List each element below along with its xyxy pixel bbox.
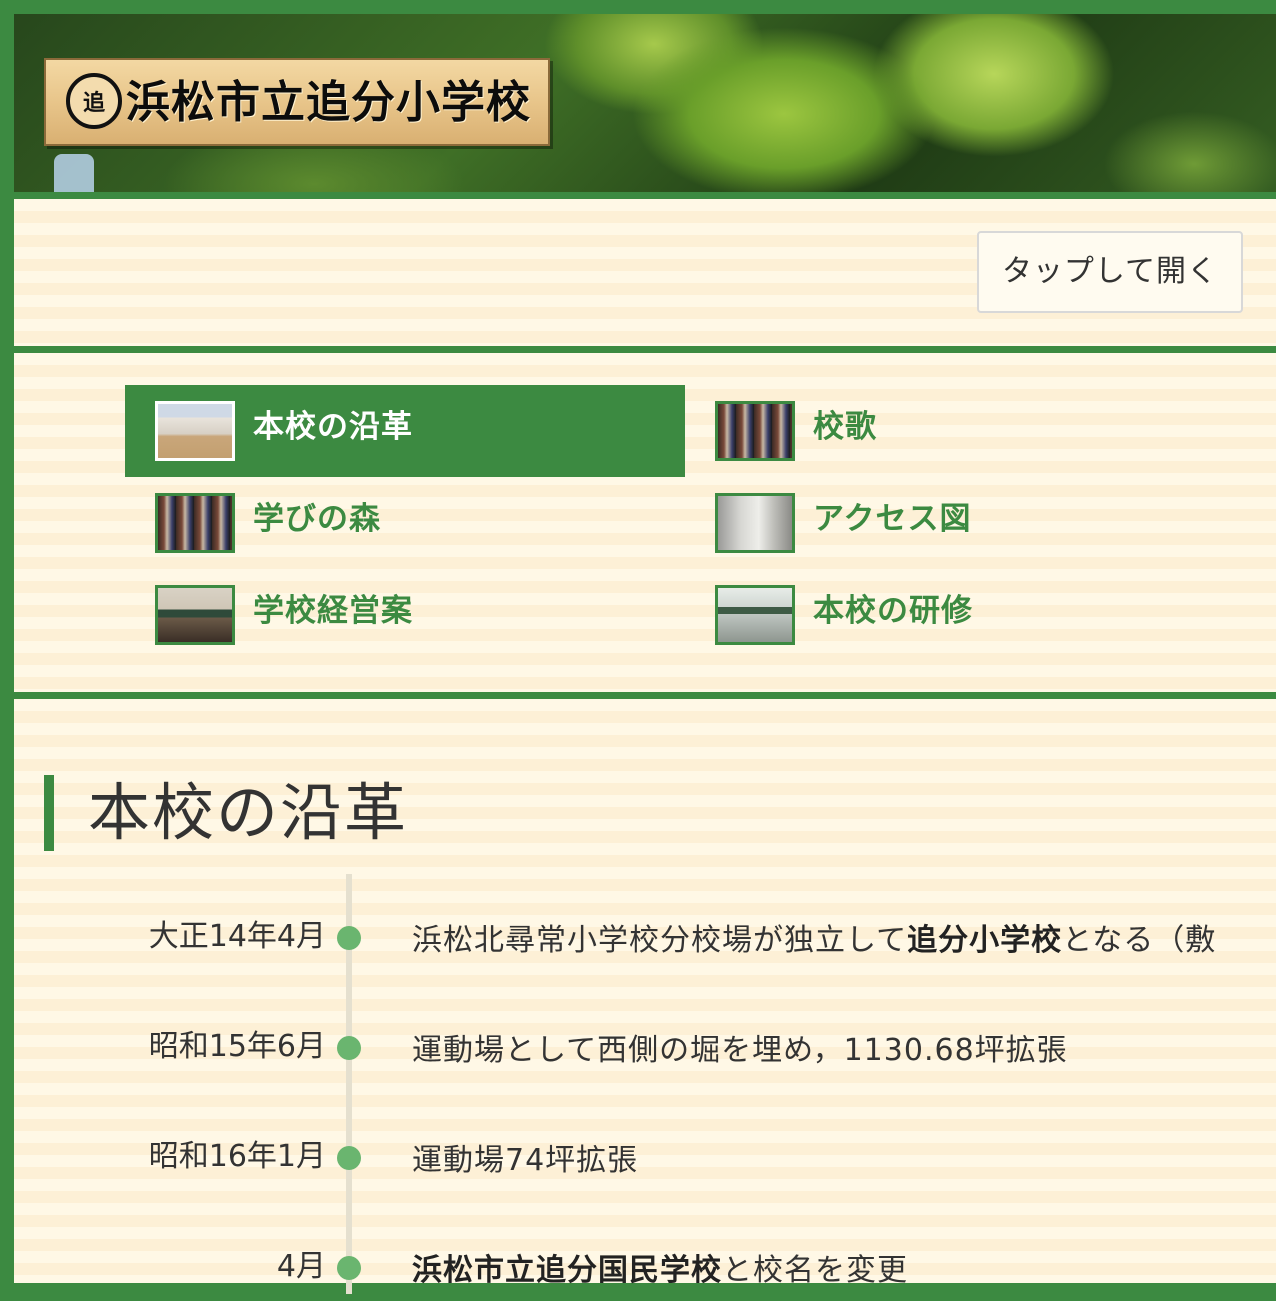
nav-item-label: 校歌	[813, 409, 877, 445]
students-crowd-thumbnail	[155, 493, 235, 553]
school-building-thumbnail	[155, 401, 235, 461]
timeline-date: 昭和15年6月	[148, 1029, 326, 1064]
timeline-dot-icon	[337, 1256, 361, 1280]
timeline-entry: 大正14年4月 浜松北尋常小学校分校場が独立して追分小学校となる（敷	[14, 907, 1276, 967]
principal-door-thumbnail	[715, 493, 795, 553]
site-header: 追 浜松市立追分小学校	[14, 14, 1276, 192]
page-title: 本校の沿革	[44, 775, 408, 851]
nav-item-management-plan[interactable]: 学校経営案	[125, 569, 685, 661]
main-content: 本校の沿革 大正14年4月 浜松北尋常小学校分校場が独立して追分小学校となる（敷…	[14, 699, 1276, 1294]
menu-open-button[interactable]: タップして開く	[977, 231, 1243, 313]
school-emblem-icon: 追	[66, 73, 122, 129]
school-logo[interactable]: 追 浜松市立追分小学校	[44, 58, 550, 146]
classroom-interior-thumbnail	[715, 585, 795, 645]
nav-item-label: 学びの森	[253, 501, 381, 537]
nav-item-label: 本校の沿革	[253, 409, 413, 445]
timeline-entry: 昭和15年6月 運動場として西側の堀を埋め，1130.68坪拡張	[14, 1017, 1276, 1077]
timeline-entry: 4月 浜松市立追分国民学校と校名を変更	[14, 1237, 1276, 1297]
nav-item-history[interactable]: 本校の沿革	[125, 385, 685, 477]
nav-item-label: 本校の研修	[813, 593, 973, 629]
section-nav: 本校の沿革 校歌 学びの森 アクセス図 学校経営案 本校の研修	[14, 353, 1276, 692]
timeline-dot-icon	[337, 926, 361, 950]
classroom-lesson-thumbnail	[155, 585, 235, 645]
timeline-text: 運動場74坪拡張	[412, 1143, 639, 1178]
timeline-date: 大正14年4月	[148, 919, 326, 954]
school-name: 浜松市立追分小学校	[126, 77, 531, 128]
timeline-date: 昭和16年1月	[148, 1139, 326, 1174]
page-frame: 追 浜松市立追分小学校 タップして開く 本校の沿革 校歌 学びの森 アクセス図 …	[0, 0, 1276, 1294]
nav-item-access-map[interactable]: アクセス図	[685, 477, 1245, 569]
timeline-text: 運動場として西側の堀を埋め，1130.68坪拡張	[412, 1033, 1068, 1068]
menu-toggle-bar: タップして開く	[14, 199, 1276, 346]
nav-item-forest-of-learning[interactable]: 学びの森	[125, 477, 685, 569]
timeline-entry: 昭和16年1月 運動場74坪拡張	[14, 1127, 1276, 1187]
timeline-date: 4月	[276, 1249, 326, 1284]
timeline-dot-icon	[337, 1036, 361, 1060]
header-background-photo	[54, 154, 94, 192]
timeline-dot-icon	[337, 1146, 361, 1170]
timeline-text: 浜松北尋常小学校分校場が独立して追分小学校となる（敷	[412, 923, 1217, 958]
nav-item-label: 学校経営案	[253, 593, 413, 629]
nav-item-school-song[interactable]: 校歌	[685, 385, 1245, 477]
nav-item-label: アクセス図	[813, 501, 972, 537]
students-crowd-thumbnail	[715, 401, 795, 461]
nav-item-training[interactable]: 本校の研修	[685, 569, 1245, 661]
timeline-text: 浜松市立追分国民学校と校名を変更	[412, 1253, 908, 1288]
